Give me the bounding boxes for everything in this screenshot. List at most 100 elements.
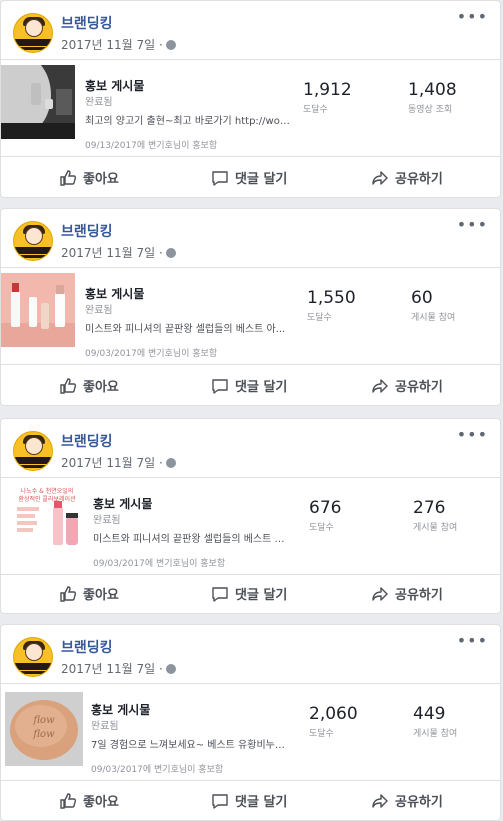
- post-header: 브랜딩킹 2017년 11월 7일 · •••: [1, 1, 500, 59]
- share-button[interactable]: 공유하기: [371, 376, 443, 395]
- like-button[interactable]: 좋아요: [59, 376, 119, 395]
- avatar[interactable]: [13, 13, 53, 53]
- stat-engagement-value: 60: [411, 288, 433, 308]
- share-icon: [372, 170, 388, 185]
- post-date[interactable]: 2017년 11월 7일 ·: [61, 456, 163, 470]
- avatar[interactable]: [13, 431, 53, 471]
- post-card: 브랜딩킹 2017년 11월 7일 · ••• 나노수 & 천연오일의 환상적인…: [0, 418, 501, 614]
- comment-button[interactable]: 댓글 달기: [211, 168, 287, 187]
- like-label: 좋아요: [83, 380, 119, 395]
- share-button[interactable]: 공유하기: [371, 168, 443, 187]
- post-header: 브랜딩킹 2017년 11월 7일 · •••: [1, 419, 500, 477]
- like-label: 좋아요: [83, 172, 119, 187]
- action-bar: 좋아요 댓글 달기 공유하기: [1, 367, 500, 405]
- comment-button[interactable]: 댓글 달기: [211, 791, 287, 810]
- comment-icon: [212, 170, 228, 186]
- boost-summary[interactable]: flow flow 홍보 게시물 완료됨 7일 경험으로 느껴보세요~ 베스트 …: [1, 683, 500, 781]
- post-thumbnail: [1, 65, 75, 139]
- stat-reach: 2,060 도달수: [309, 704, 358, 739]
- boost-status: 완료됨: [85, 305, 113, 316]
- boost-status: 완료됨: [93, 515, 121, 526]
- share-label: 공유하기: [395, 588, 443, 603]
- post-card: 브랜딩킹 2017년 11월 7일 · ••• 홍보 게시물 완료됨 미스트와 …: [0, 208, 501, 406]
- boost-summary[interactable]: 홍보 게시물 완료됨 최고의 양고기 출현~최고 바로가기 http://won…: [1, 59, 500, 157]
- boost-description: 최고의 양고기 출현~최고 바로가기 http://won58...: [85, 116, 290, 127]
- more-icon[interactable]: •••: [457, 9, 488, 25]
- boost-title: 홍보 게시물: [85, 287, 145, 301]
- more-icon[interactable]: •••: [457, 633, 488, 649]
- post-header: 브랜딩킹 2017년 11월 7일 · •••: [1, 209, 500, 267]
- post-meta: 2017년 11월 7일 ·: [61, 36, 176, 53]
- post-date[interactable]: 2017년 11월 7일 ·: [61, 246, 163, 260]
- share-icon: [372, 793, 388, 808]
- boost-title: 홍보 게시물: [91, 703, 151, 717]
- comment-icon: [212, 793, 228, 809]
- stat-reach-value: 1,550: [307, 288, 356, 308]
- thumb-text-1: 나노수 & 천연오일의: [21, 487, 74, 495]
- action-bar: 좋아요 댓글 달기 공유하기: [1, 159, 500, 197]
- page-name-link[interactable]: 브랜딩킹: [61, 221, 113, 241]
- like-icon: [60, 169, 77, 186]
- page-name-link[interactable]: 브랜딩킹: [61, 637, 113, 657]
- stat-engagement: 60 게시물 참여: [411, 288, 455, 323]
- post-date[interactable]: 2017년 11월 7일 ·: [61, 662, 163, 676]
- news-feed: 브랜딩킹 2017년 11월 7일 · ••• 홍보 게시물 완료됨 최고의 양…: [0, 0, 503, 821]
- post-date[interactable]: 2017년 11월 7일 ·: [61, 38, 163, 52]
- globe-icon: [165, 248, 176, 258]
- more-icon[interactable]: •••: [457, 217, 488, 233]
- like-button[interactable]: 좋아요: [59, 791, 119, 810]
- stat-engagement-label: 게시물 참여: [413, 729, 458, 739]
- post-card: 브랜딩킹 2017년 11월 7일 · ••• 홍보 게시물 완료됨 최고의 양…: [0, 0, 501, 198]
- post-meta: 2017년 11월 7일 ·: [61, 244, 176, 261]
- boost-summary[interactable]: 홍보 게시물 완료됨 미스트와 피니셔의 끝판왕 셀럽들의 베스트 아... 0…: [1, 267, 500, 365]
- thumb-text-2: 환상적인 콜라보레이션: [18, 495, 75, 503]
- like-icon: [60, 792, 77, 809]
- share-label: 공유하기: [395, 172, 443, 187]
- page-name-link[interactable]: 브랜딩킹: [61, 431, 113, 451]
- avatar[interactable]: [13, 221, 53, 261]
- more-icon[interactable]: •••: [457, 427, 488, 443]
- boost-title: 홍보 게시물: [85, 79, 145, 93]
- like-button[interactable]: 좋아요: [59, 168, 119, 187]
- like-icon: [60, 377, 77, 394]
- action-bar: 좋아요 댓글 달기 공유하기: [1, 575, 500, 613]
- post-header: 브랜딩킹 2017년 11월 7일 · •••: [1, 625, 500, 683]
- boost-footer: 09/03/2017에 변기호님이 홍보함: [91, 765, 224, 775]
- stat-reach: 1,912 도달수: [303, 80, 352, 115]
- comment-button[interactable]: 댓글 달기: [211, 584, 287, 603]
- share-button[interactable]: 공유하기: [371, 791, 443, 810]
- boost-description: 미스트와 피니셔의 끝판왕 셀럽들의 베스트 아...: [93, 534, 291, 545]
- thumb-text-2: flow: [32, 729, 55, 740]
- post-thumbnail: 나노수 & 천연오일의 환상적인 콜라보레이션: [9, 483, 85, 557]
- boost-title: 홍보 게시물: [93, 497, 153, 511]
- stat-reach-label: 도달수: [307, 313, 332, 323]
- page-name-link[interactable]: 브랜딩킹: [61, 13, 113, 33]
- like-label: 좋아요: [83, 795, 119, 810]
- comment-button[interactable]: 댓글 달기: [211, 376, 287, 395]
- comment-label: 댓글 달기: [235, 380, 288, 395]
- avatar[interactable]: [13, 637, 53, 677]
- post-thumbnail: flow flow: [5, 692, 83, 766]
- boost-description: 7일 경험으로 느껴보세요~ 베스트 유황비누~ 볼...: [91, 740, 291, 751]
- stat-engagement: 449 게시물 참여: [413, 704, 457, 739]
- post-meta: 2017년 11월 7일 ·: [61, 660, 176, 677]
- boost-footer: 09/13/2017에 변기호님이 홍보함: [85, 141, 218, 151]
- stat-reach-label: 도달수: [309, 523, 334, 533]
- comment-icon: [212, 378, 228, 394]
- share-icon: [372, 378, 388, 393]
- boost-status: 완료됨: [91, 721, 119, 732]
- boost-status: 완료됨: [85, 97, 113, 108]
- share-button[interactable]: 공유하기: [371, 584, 443, 603]
- stat-reach-label: 도달수: [309, 729, 334, 739]
- post-thumbnail: [1, 273, 75, 347]
- share-label: 공유하기: [395, 380, 443, 395]
- stat-engagement-value: 1,408: [408, 80, 457, 100]
- thumb-text-1: flow: [32, 715, 55, 726]
- like-button[interactable]: 좋아요: [59, 584, 119, 603]
- post-card: 브랜딩킹 2017년 11월 7일 · ••• flow flow 홍보 게시물…: [0, 624, 501, 821]
- stat-reach: 1,550 도달수: [307, 288, 356, 323]
- stat-reach: 676 도달수: [309, 498, 341, 533]
- action-bar: 좋아요 댓글 달기 공유하기: [1, 782, 500, 820]
- boost-summary[interactable]: 나노수 & 천연오일의 환상적인 콜라보레이션 홍보 게시물 완료됨 미스트와 …: [1, 477, 500, 575]
- globe-icon: [165, 458, 176, 468]
